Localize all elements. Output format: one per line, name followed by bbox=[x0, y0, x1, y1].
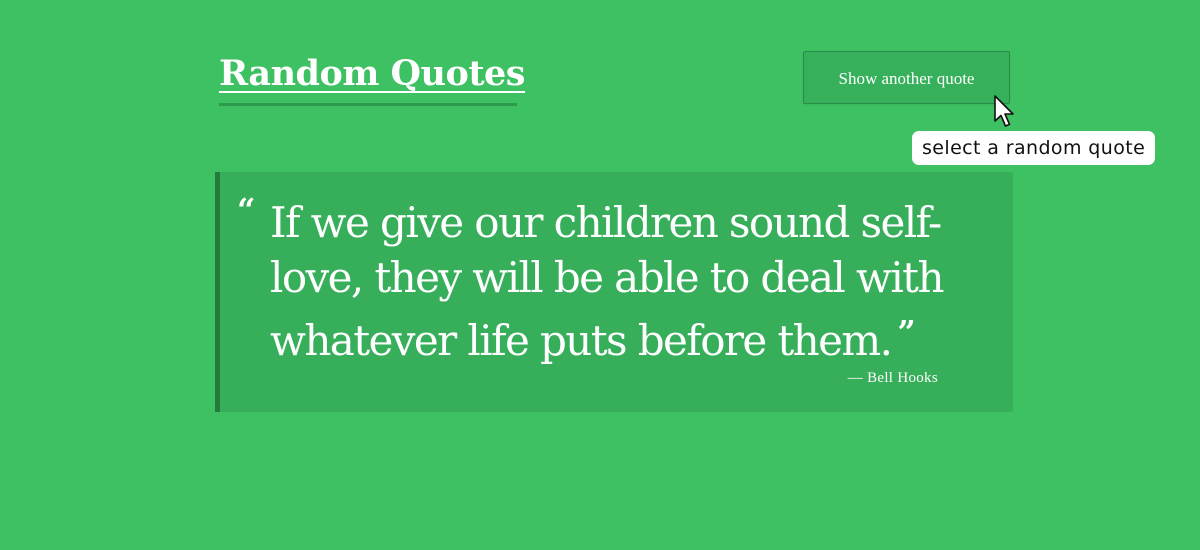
mouse-pointer-icon bbox=[994, 95, 1014, 127]
quote-author: — Bell Hooks bbox=[847, 370, 938, 386]
open-quote-mark: “ bbox=[237, 191, 256, 229]
quote-card: “ If we give our children sound self-lov… bbox=[215, 172, 1013, 412]
app-root: Random Quotes Show another quote select … bbox=[0, 0, 1200, 550]
tooltip: select a random quote bbox=[912, 131, 1156, 165]
page-title: Random Quotes bbox=[219, 53, 525, 94]
show-another-quote-button[interactable]: Show another quote bbox=[803, 51, 1010, 104]
quote-text: If we give our children sound self-love,… bbox=[270, 198, 945, 365]
title-underline bbox=[219, 103, 517, 106]
close-quote-mark: ” bbox=[897, 313, 916, 351]
quote-text-block: If we give our children sound self-love,… bbox=[270, 195, 985, 368]
